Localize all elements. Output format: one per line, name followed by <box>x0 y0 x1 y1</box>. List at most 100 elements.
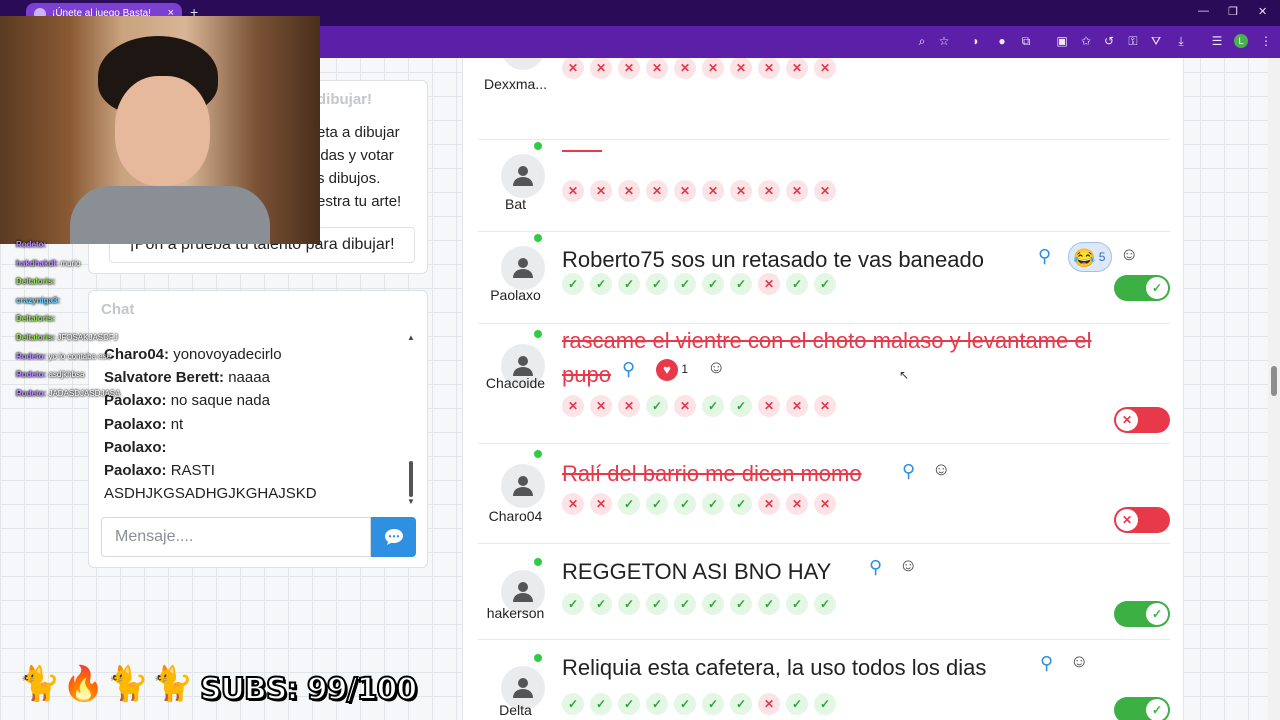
scroll-up-icon[interactable]: ▲ <box>407 333 415 342</box>
vpn-icon[interactable]: ⛛ <box>1148 34 1164 49</box>
vote-row: ✕ ✕ ✕ ✕ ✕ ✕ ✕ ✕ ✕ ✕ <box>562 180 842 202</box>
add-reaction-icon[interactable]: ☺ <box>1120 244 1138 265</box>
minimize-button[interactable]: — <box>1198 5 1209 17</box>
approve-toggle[interactable]: ✕ <box>1114 507 1170 533</box>
heart-reaction[interactable]: ♥ 1 <box>656 358 688 381</box>
answer-row: Paolaxo Roberto75 sos un retasado te vas … <box>478 232 1170 324</box>
scroll-thumb[interactable] <box>409 461 413 497</box>
answer-row: Chacoide rascame el vientre con el choto … <box>478 324 1170 444</box>
player-name: Delta <box>499 702 532 718</box>
check-icon: ✓ <box>730 593 752 615</box>
mouse-cursor-icon: ↖ <box>899 368 910 382</box>
stream-chat-user: hakdhakdl: <box>16 258 59 268</box>
chat-message-text: nt <box>170 415 184 433</box>
check-icon: ✓ <box>674 273 696 295</box>
page-scrollbar[interactable] <box>1268 58 1280 720</box>
cross-icon: ✕ <box>758 395 780 417</box>
subs-goal-counter: SUBS: 99/100 <box>199 671 418 708</box>
online-indicator <box>534 558 542 566</box>
online-indicator <box>534 142 542 150</box>
send-message-button[interactable] <box>371 517 416 557</box>
check-icon: ✓ <box>814 273 836 295</box>
cross-icon: ✕ <box>590 395 612 417</box>
menu-icon[interactable]: ⋮ <box>1258 34 1274 48</box>
approve-toggle[interactable]: ✕ <box>1114 407 1170 433</box>
answer-text: Roberto75 sos un retasado te vas baneado <box>562 247 984 272</box>
check-icon: ✓ <box>590 593 612 615</box>
chat-scrollbar[interactable]: ▲ ▼ <box>407 333 415 506</box>
empty-answer-strike <box>562 150 602 152</box>
player-avatar <box>501 58 545 70</box>
check-icon: ✓ <box>702 593 724 615</box>
cross-icon: ✕ <box>814 58 836 79</box>
playlist-icon[interactable]: ☰ <box>1209 34 1225 48</box>
check-icon: ✓ <box>730 395 752 417</box>
download-icon[interactable]: ⤓ <box>1173 34 1189 49</box>
vote-row: ✕ ✕ ✓ ✓ ✓ ✓ ✓ ✕ ✕ ✕ <box>562 493 842 515</box>
chat-message-user: Paolaxo: <box>104 415 167 433</box>
cross-icon: ✕ <box>590 493 612 515</box>
search-icon[interactable]: ⚲ <box>869 557 882 578</box>
check-icon: ✓ <box>562 693 584 715</box>
approve-toggle[interactable]: ✓ <box>1114 601 1170 627</box>
laugh-emoji-icon: 😂 <box>1073 247 1096 268</box>
add-reaction-icon[interactable]: ☺ <box>707 357 725 378</box>
user-icon <box>513 258 533 278</box>
chat-message: Paolaxo: nt <box>104 413 404 436</box>
cross-icon: ✕ <box>786 493 808 515</box>
cross-icon: ✕ <box>814 395 836 417</box>
heart-icon: ♥ <box>656 358 678 381</box>
approve-toggle[interactable]: ✓ <box>1114 697 1170 720</box>
key-icon[interactable]: ⚿ <box>1125 34 1141 49</box>
media-icon[interactable]: ◗ <box>968 34 984 48</box>
add-reaction-icon[interactable]: ☺ <box>1070 651 1088 672</box>
answers-panel: Dexxma... ✕ ✕ ✕ ✕ ✕ ✕ ✕ ✕ ✕ ✕ Bat ✕ ✕ ✕ ✕ ✕ ✕ ✕ ✕ ✕ ✕ Paolaxo R… <box>462 58 1184 720</box>
vote-row: ✓ ✓ ✓ ✓ ✓ ✓ ✓ ✓ ✓ ✓ <box>562 593 842 615</box>
search-icon[interactable]: ⚲ <box>1038 246 1051 267</box>
check-icon: ✓ <box>590 693 612 715</box>
player-name: Paolaxo <box>490 287 541 303</box>
page-scroll-thumb[interactable] <box>1271 366 1277 396</box>
star-icon[interactable]: ☆ <box>936 34 952 48</box>
cross-icon: ✕ <box>758 58 780 79</box>
cross-icon: ✕ <box>758 273 780 295</box>
bookmark-icon[interactable]: ✩ <box>1078 34 1094 48</box>
approve-toggle[interactable]: ✓ <box>1114 275 1170 301</box>
cross-icon: ✕ <box>562 180 584 202</box>
check-icon: ✓ <box>646 593 668 615</box>
chat-message-input[interactable] <box>101 517 371 557</box>
search-icon[interactable]: ⚲ <box>1040 653 1053 674</box>
cross-icon: ✕ <box>562 58 584 79</box>
stream-chat-text: murio <box>58 258 81 268</box>
cross-icon: ✕ <box>618 58 640 79</box>
online-indicator <box>534 450 542 458</box>
laugh-reaction[interactable]: 😂 5 <box>1068 242 1113 272</box>
zoom-icon[interactable]: ⌕ <box>914 34 930 49</box>
maximize-button[interactable]: ❐ <box>1228 5 1238 18</box>
check-icon: ✓ <box>786 693 808 715</box>
cross-icon: ✕ <box>730 180 752 202</box>
search-icon[interactable]: ⚲ <box>902 461 915 482</box>
search-icon[interactable]: ⚲ <box>622 359 635 380</box>
chat-message-text: yonovoyadecirlo <box>173 346 282 363</box>
check-icon: ✓ <box>646 693 668 715</box>
add-reaction-icon[interactable]: ☺ <box>899 555 917 576</box>
add-reaction-icon[interactable]: ☺ <box>932 459 950 480</box>
check-icon: ✓ <box>674 693 696 715</box>
check-icon: ✓ <box>562 593 584 615</box>
close-window-button[interactable]: ✕ <box>1258 5 1267 18</box>
profile-avatar[interactable]: L <box>1234 34 1248 48</box>
cross-icon: ✕ <box>590 180 612 202</box>
puzzle-icon[interactable]: ⧉ <box>1018 34 1034 49</box>
cross-icon: ✕ <box>562 395 584 417</box>
chat-bubble-icon <box>385 529 403 545</box>
chat-message-user: Paolaxo: <box>104 438 167 456</box>
history-icon[interactable]: ↺ <box>1101 34 1117 48</box>
check-icon: ✓ <box>562 273 584 295</box>
extension-blue-icon[interactable]: ● <box>994 34 1010 48</box>
stream-chat-user: Deltaloris: <box>16 332 56 342</box>
screenshot-icon[interactable]: ▣ <box>1054 34 1070 48</box>
check-icon: ✓ <box>646 395 668 417</box>
scroll-down-icon[interactable]: ▼ <box>407 497 415 506</box>
check-icon: ✓ <box>618 693 640 715</box>
